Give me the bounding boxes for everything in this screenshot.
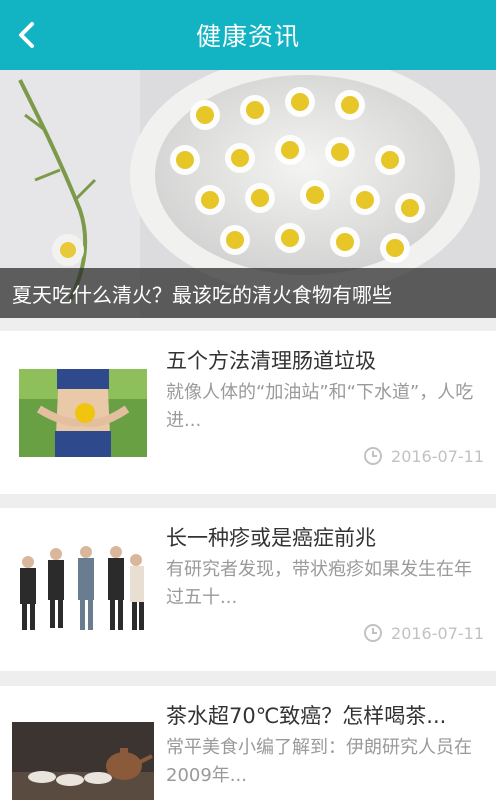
article-summary: 就像人体的“加油站”和“下水道”，人吃进... <box>166 382 474 431</box>
article-date: 2016-07-11 <box>391 446 484 466</box>
article-thumbnail <box>12 722 154 800</box>
article-thumbnail <box>12 538 154 638</box>
page-title: 健康资讯 <box>195 22 300 51</box>
article-date-row: 2016-07-11 <box>363 446 484 466</box>
clock-icon <box>364 624 383 642</box>
back-button[interactable] <box>10 18 44 52</box>
article-item[interactable]: 五个方法清理肠道垃圾 就像人体的“加油站”和“下水道”，人吃进... 2016-… <box>0 331 496 494</box>
featured-banner[interactable]: 夏天吃什么清火？最该吃的清火食物有哪些 <box>0 70 496 318</box>
app-header: 健康资讯 <box>0 0 496 70</box>
article-title: 长一种疹或是癌症前兆 <box>166 526 376 550</box>
article-title: 茶水超70℃致癌？怎样喝茶... <box>166 704 447 728</box>
article-title: 五个方法清理肠道垃圾 <box>166 349 376 373</box>
article-date-row: 2016-07-11 <box>363 623 484 643</box>
chevron-left-icon <box>19 22 34 48</box>
article-item[interactable]: 长一种疹或是癌症前兆 有研究者发现，带状疱疹如果发生在年过五十... 2016-… <box>0 508 496 671</box>
banner-caption: 夏天吃什么清火？最该吃的清火食物有哪些 <box>12 282 392 307</box>
article-summary: 有研究者发现，带状疱疹如果发生在年过五十... <box>166 559 472 608</box>
article-thumbnail <box>19 369 147 457</box>
article-item[interactable]: 茶水超70℃致癌？怎样喝茶... 常平美食小编了解到：伊朗研究人员在2009年.… <box>0 686 496 800</box>
clock-icon <box>364 447 383 465</box>
article-summary: 常平美食小编了解到：伊朗研究人员在2009年... <box>166 737 472 786</box>
article-date: 2016-07-11 <box>391 623 484 643</box>
banner-caption-bar: 夏天吃什么清火？最该吃的清火食物有哪些 <box>0 268 496 318</box>
